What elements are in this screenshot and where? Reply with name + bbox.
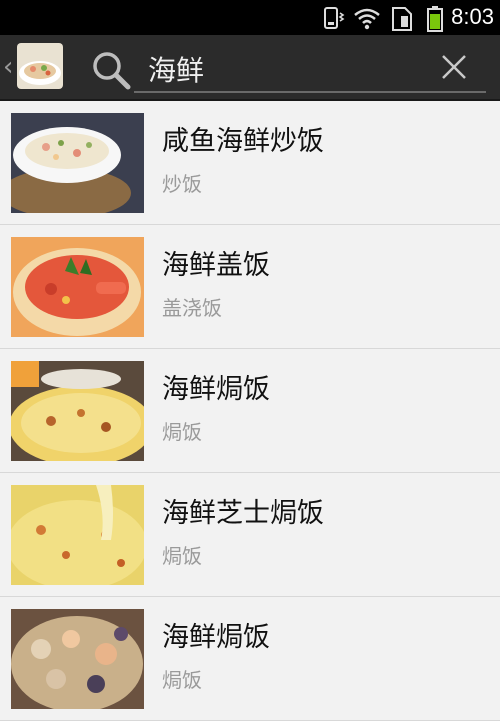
dish-title: 海鲜盖饭 (162, 250, 270, 281)
dish-image (11, 609, 144, 709)
clock: 8:03 (451, 4, 494, 29)
dish-image (11, 485, 144, 585)
dish-category: 焗饭 (162, 544, 202, 568)
search-input-underline (134, 91, 486, 93)
status-bar: 8:03 (0, 0, 500, 35)
battery-icon (427, 6, 443, 32)
results-list: 咸鱼海鲜炒饭 炒饭 海鲜盖饭 盖浇饭 海鲜焗饭 焗饭 海鲜芝士焗饭 焗饭 海鲜焗… (0, 101, 500, 721)
clear-search-icon[interactable] (440, 53, 468, 81)
dish-category: 炒饭 (162, 172, 202, 196)
list-item[interactable]: 海鲜盖饭 盖浇饭 (0, 225, 500, 349)
dish-category: 焗饭 (162, 668, 202, 692)
search-action-bar: ‹ 海鲜 (0, 35, 500, 101)
wifi-icon (354, 8, 380, 30)
app-icon[interactable] (17, 43, 63, 89)
list-item[interactable]: 海鲜芝士焗饭 焗饭 (0, 473, 500, 597)
dish-title: 咸鱼海鲜炒饭 (162, 126, 324, 157)
list-item[interactable]: 海鲜焗饭 焗饭 (0, 349, 500, 473)
dish-category: 焗饭 (162, 420, 202, 444)
list-item[interactable]: 海鲜焗饭 焗饭 (0, 597, 500, 721)
dish-title: 海鲜焗饭 (162, 622, 270, 653)
dish-image (11, 361, 144, 461)
vibrate-icon (324, 7, 345, 29)
list-item[interactable]: 咸鱼海鲜炒饭 炒饭 (0, 101, 500, 225)
dish-title: 海鲜芝士焗饭 (162, 498, 324, 529)
dish-image (11, 237, 144, 337)
dish-image (11, 113, 144, 213)
dish-title: 海鲜焗饭 (162, 374, 270, 405)
sim-card-icon (392, 7, 412, 31)
back-chevron-icon[interactable]: ‹ (3, 49, 13, 85)
search-icon (93, 52, 131, 90)
search-input[interactable]: 海鲜 (148, 49, 204, 89)
dish-category: 盖浇饭 (162, 296, 222, 320)
